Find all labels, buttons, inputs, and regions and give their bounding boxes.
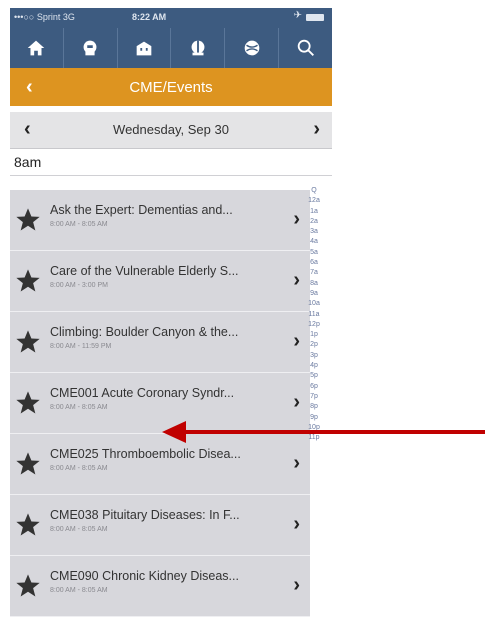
- hour-index-item[interactable]: 3p: [305, 351, 323, 361]
- carrier-signal: •••○○ Sprint 3G: [14, 12, 75, 22]
- event-time: 8:00 AM - 8:05 AM: [50, 526, 108, 533]
- hour-index-item[interactable]: 4p: [305, 361, 323, 371]
- hour-index-item[interactable]: 12p: [305, 320, 323, 330]
- section-header: ‹ CME/Events: [10, 68, 332, 106]
- globe-building-icon[interactable]: [170, 28, 224, 68]
- event-time: 8:00 AM - 11:59 PM: [50, 343, 112, 350]
- hospital-icon[interactable]: [116, 28, 171, 68]
- event-time: 8:00 AM - 8:05 AM: [50, 404, 108, 411]
- list-item[interactable]: CME090 Chronic Kidney Diseas... 8:00 AM …: [10, 556, 310, 617]
- list-item[interactable]: Climbing: Boulder Canyon & the... 8:00 A…: [10, 312, 310, 373]
- event-title: CME001 Acute Coronary Syndr...: [50, 386, 235, 400]
- star-icon[interactable]: [14, 206, 42, 234]
- hour-index-item[interactable]: 8a: [305, 279, 323, 289]
- hour-section-header: 8am: [10, 149, 332, 176]
- event-list: Ask the Expert: Dementias and... 8:00 AM…: [10, 190, 310, 617]
- next-day-button[interactable]: ›: [313, 118, 320, 141]
- list-item[interactable]: Care of the Vulnerable Elderly S... 8:00…: [10, 251, 310, 312]
- hour-index-scrubber[interactable]: Q 12a 1a 2a 3a 4a 5a 6a 7a 8a 9a 10a 11a 12p 1p 2p 3p 4p 5…: [305, 186, 323, 443]
- list-item[interactable]: Ask the Expert: Dementias and... 8:00 AM…: [10, 190, 310, 251]
- chevron-right-icon: ›: [293, 452, 300, 474]
- battery-icon: [306, 14, 324, 21]
- page-title: CME/Events: [129, 79, 213, 96]
- home-icon[interactable]: [10, 28, 63, 68]
- hour-index-item[interactable]: 9a: [305, 289, 323, 299]
- star-icon[interactable]: [14, 572, 42, 600]
- event-time: 8:00 AM - 3:00 PM: [50, 282, 108, 289]
- date-navigator: ‹ Wednesday, Sep 30 ›: [10, 112, 332, 149]
- star-icon[interactable]: [14, 328, 42, 356]
- event-time: 8:00 AM - 8:05 AM: [50, 465, 108, 472]
- hour-index-item[interactable]: 11a: [305, 310, 323, 320]
- building-icon[interactable]: [62, 28, 117, 68]
- hour-index-item[interactable]: 4a: [305, 237, 323, 247]
- event-title: Care of the Vulnerable Elderly S...: [50, 264, 239, 278]
- hour-index-item[interactable]: 8p: [305, 402, 323, 412]
- status-time: 8:22 AM: [132, 12, 167, 22]
- hour-index-item[interactable]: 6p: [305, 382, 323, 392]
- event-title: CME090 Chronic Kidney Diseas...: [50, 569, 239, 583]
- hour-index-item[interactable]: 7p: [305, 392, 323, 402]
- chevron-right-icon: ›: [293, 330, 300, 352]
- hour-index-item[interactable]: 10a: [305, 299, 323, 309]
- event-title: CME025 Thromboembolic Disea...: [50, 447, 241, 461]
- hour-index-item[interactable]: 1p: [305, 330, 323, 340]
- chevron-right-icon: ›: [293, 269, 300, 291]
- star-icon[interactable]: [14, 511, 42, 539]
- search-icon[interactable]: [278, 28, 332, 68]
- hour-index-item[interactable]: 5p: [305, 371, 323, 381]
- event-title: Ask the Expert: Dementias and...: [50, 203, 233, 217]
- event-time: 8:00 AM - 8:05 AM: [50, 587, 108, 594]
- top-toolbar: [10, 28, 332, 68]
- event-title: Climbing: Boulder Canyon & the...: [50, 325, 239, 339]
- hour-index-item[interactable]: 2p: [305, 340, 323, 350]
- hour-index-item[interactable]: 3a: [305, 227, 323, 237]
- star-icon[interactable]: [14, 450, 42, 478]
- star-icon[interactable]: [14, 389, 42, 417]
- airplane-icon: ✈: [293, 10, 302, 21]
- status-bar: •••○○ Sprint 3G 8:22 AM ✈: [10, 8, 332, 28]
- annotation-arrow: [162, 421, 485, 443]
- hour-index-item[interactable]: 2a: [305, 217, 323, 227]
- globe-icon[interactable]: [224, 28, 278, 68]
- chevron-right-icon: ›: [293, 391, 300, 413]
- list-item[interactable]: CME038 Pituitary Diseases: In F... 8:00 …: [10, 495, 310, 556]
- chevron-right-icon: ›: [293, 574, 300, 596]
- chevron-right-icon: ›: [293, 208, 300, 230]
- hour-index-item[interactable]: 5a: [305, 248, 323, 258]
- event-time: 8:00 AM - 8:05 AM: [50, 221, 108, 228]
- hour-index-item[interactable]: 7a: [305, 268, 323, 278]
- event-title: CME038 Pituitary Diseases: In F...: [50, 508, 240, 522]
- star-icon[interactable]: [14, 267, 42, 295]
- hour-index-item[interactable]: 1a: [305, 207, 323, 217]
- current-date: Wednesday, Sep 30: [113, 122, 229, 137]
- index-search-icon[interactable]: Q: [305, 186, 323, 196]
- hour-index-item[interactable]: 6a: [305, 258, 323, 268]
- hour-index-item[interactable]: 12a: [305, 196, 323, 206]
- chevron-right-icon: ›: [293, 513, 300, 535]
